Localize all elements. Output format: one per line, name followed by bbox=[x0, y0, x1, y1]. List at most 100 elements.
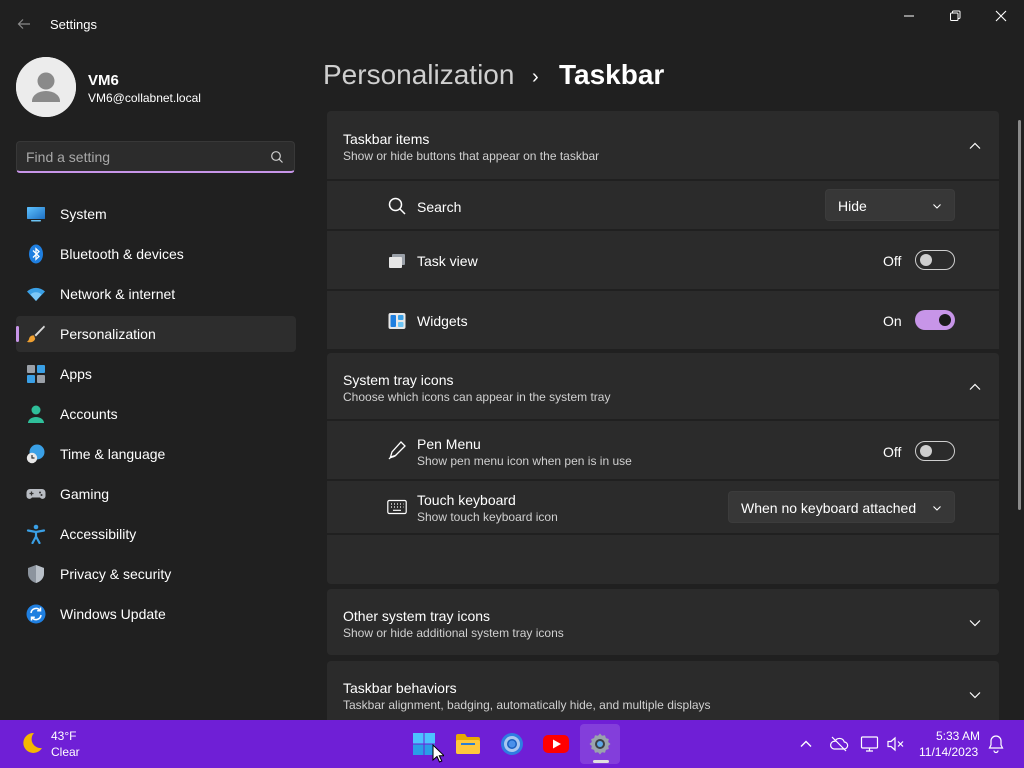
sidebar-item-privacy[interactable]: Privacy & security bbox=[16, 556, 296, 592]
user-email: VM6@collabnet.local bbox=[88, 91, 201, 105]
search-setting-label: Search bbox=[417, 199, 462, 215]
close-button[interactable] bbox=[978, 0, 1024, 32]
breadcrumb-separator: › bbox=[532, 66, 539, 88]
bluetooth-icon bbox=[29, 244, 43, 264]
sidebar-item-accessibility[interactable]: Accessibility bbox=[16, 516, 296, 552]
touch-keyboard-row: Touch keyboard Show touch keyboard icon … bbox=[327, 481, 999, 533]
other-tray-subtitle: Show or hide additional system tray icon… bbox=[343, 626, 564, 640]
taskbar-items-title: Taskbar items bbox=[343, 131, 430, 147]
other-tray-header[interactable]: Other system tray icons Show or hide add… bbox=[327, 589, 999, 655]
pen-menu-label: Pen Menu bbox=[417, 436, 481, 452]
sidebar-item-system[interactable]: System bbox=[16, 196, 296, 232]
chrome-icon bbox=[501, 733, 523, 755]
pen-menu-subtitle: Show pen menu icon when pen is in use bbox=[417, 454, 632, 468]
sidebar-item-gaming[interactable]: Gaming bbox=[16, 476, 296, 512]
onedrive-icon[interactable] bbox=[829, 734, 849, 754]
taskbar-items-subtitle: Show or hide buttons that appear on the … bbox=[343, 149, 600, 163]
touch-keyboard-subtitle: Show touch keyboard icon bbox=[417, 510, 558, 524]
settings-gear-icon bbox=[589, 733, 611, 755]
task-view-icon bbox=[389, 254, 405, 268]
toggle-knob bbox=[920, 445, 932, 457]
widgets-label: Widgets bbox=[417, 313, 468, 329]
settings-window: Settings VM6 VM6@collabnet.local System bbox=[0, 0, 1024, 720]
sidebar-item-label: Privacy & security bbox=[60, 566, 172, 582]
sidebar-item-label: Personalization bbox=[60, 326, 156, 342]
back-button[interactable] bbox=[10, 10, 38, 38]
chevron-down-icon[interactable] bbox=[967, 687, 983, 703]
chevron-up-icon[interactable] bbox=[796, 734, 816, 754]
breadcrumb-parent[interactable]: Personalization bbox=[323, 59, 514, 91]
system-tray-subtitle: Choose which icons can appear in the sys… bbox=[343, 390, 611, 404]
sidebar-item-label: Gaming bbox=[60, 486, 110, 502]
touch-keyboard-dropdown[interactable]: When no keyboard attached bbox=[728, 491, 955, 523]
avatar[interactable] bbox=[16, 57, 76, 117]
widgets-toggle[interactable] bbox=[915, 310, 955, 330]
toggle-knob bbox=[920, 254, 932, 266]
close-icon bbox=[995, 10, 1007, 22]
toggle-state-label: On bbox=[883, 313, 902, 329]
system-icon bbox=[27, 207, 45, 222]
sidebar-nav: System Bluetooth & devices Network & int… bbox=[16, 196, 296, 636]
time-language-icon bbox=[26, 444, 45, 464]
sidebar-item-windows-update[interactable]: Windows Update bbox=[16, 596, 296, 632]
sidebar-item-label: Bluetooth & devices bbox=[60, 246, 184, 262]
sidebar-item-network[interactable]: Network & internet bbox=[16, 276, 296, 312]
chevron-down-icon[interactable] bbox=[967, 615, 983, 631]
weather-condition[interactable]: Clear bbox=[51, 745, 80, 759]
sidebar-item-label: Network & internet bbox=[60, 286, 176, 302]
minimize-button[interactable] bbox=[886, 0, 932, 32]
user-name: VM6 bbox=[88, 72, 119, 89]
toggle-knob bbox=[939, 314, 951, 326]
clock-date[interactable]: 11/14/2023 bbox=[919, 745, 978, 759]
widgets-row: Widgets On bbox=[327, 291, 999, 349]
sidebar-item-label: Windows Update bbox=[60, 606, 166, 622]
restore-icon bbox=[950, 10, 961, 21]
dropdown-value: Hide bbox=[838, 198, 867, 214]
other-tray-title: Other system tray icons bbox=[343, 608, 491, 624]
moon-weather-icon[interactable] bbox=[18, 730, 44, 756]
search-box[interactable] bbox=[16, 141, 295, 173]
network-icon[interactable] bbox=[860, 734, 880, 754]
sidebar-item-personalization[interactable]: Personalization bbox=[16, 316, 296, 352]
search-mode-dropdown[interactable]: Hide bbox=[825, 189, 955, 221]
chevron-up-icon[interactable] bbox=[967, 379, 983, 395]
sidebar-item-apps[interactable]: Apps bbox=[16, 356, 296, 392]
sidebar-item-accounts[interactable]: Accounts bbox=[16, 396, 296, 432]
sidebar-item-bluetooth[interactable]: Bluetooth & devices bbox=[16, 236, 296, 272]
update-icon bbox=[26, 604, 46, 624]
accessibility-icon bbox=[26, 524, 46, 544]
scrollbar[interactable] bbox=[1018, 120, 1021, 510]
sidebar-item-label: System bbox=[60, 206, 107, 222]
pen-menu-toggle[interactable] bbox=[915, 441, 955, 461]
youtube-button[interactable] bbox=[536, 724, 576, 764]
back-arrow-icon bbox=[17, 19, 30, 29]
search-input[interactable] bbox=[26, 148, 256, 166]
taskbar-behaviors-header[interactable]: Taskbar behaviors Taskbar alignment, bad… bbox=[327, 661, 999, 720]
file-explorer-button[interactable] bbox=[448, 724, 488, 764]
shield-icon bbox=[28, 565, 44, 583]
search-row: Search Hide bbox=[327, 181, 999, 229]
accounts-icon bbox=[28, 405, 44, 423]
task-view-toggle[interactable] bbox=[915, 250, 955, 270]
taskbar-items-header[interactable]: Taskbar items Show or hide buttons that … bbox=[327, 111, 999, 179]
volume-mute-icon[interactable] bbox=[886, 734, 906, 754]
widgets-icon bbox=[388, 313, 406, 329]
sidebar-item-time-language[interactable]: Time & language bbox=[16, 436, 296, 472]
clock-time[interactable]: 5:33 AM bbox=[936, 729, 980, 743]
search-icon[interactable] bbox=[270, 150, 284, 164]
sidebar-item-label: Time & language bbox=[60, 446, 166, 462]
notification-bell-icon[interactable] bbox=[986, 734, 1006, 754]
restore-button[interactable] bbox=[932, 0, 978, 32]
title-bar: Settings bbox=[0, 0, 1024, 48]
chevron-down-icon bbox=[933, 506, 941, 511]
system-tray-header[interactable]: System tray icons Choose which icons can… bbox=[327, 353, 999, 419]
taskbar-behaviors-title: Taskbar behaviors bbox=[343, 680, 457, 696]
user-avatar-icon bbox=[16, 57, 76, 117]
chrome-button[interactable] bbox=[492, 724, 532, 764]
system-tray-spacer bbox=[327, 535, 999, 584]
weather-temperature[interactable]: 43°F bbox=[51, 729, 76, 743]
chevron-up-icon[interactable] bbox=[967, 138, 983, 154]
settings-taskbar-button[interactable] bbox=[580, 724, 620, 764]
task-view-row: Task view Off bbox=[327, 231, 999, 289]
file-explorer-icon bbox=[456, 734, 480, 754]
